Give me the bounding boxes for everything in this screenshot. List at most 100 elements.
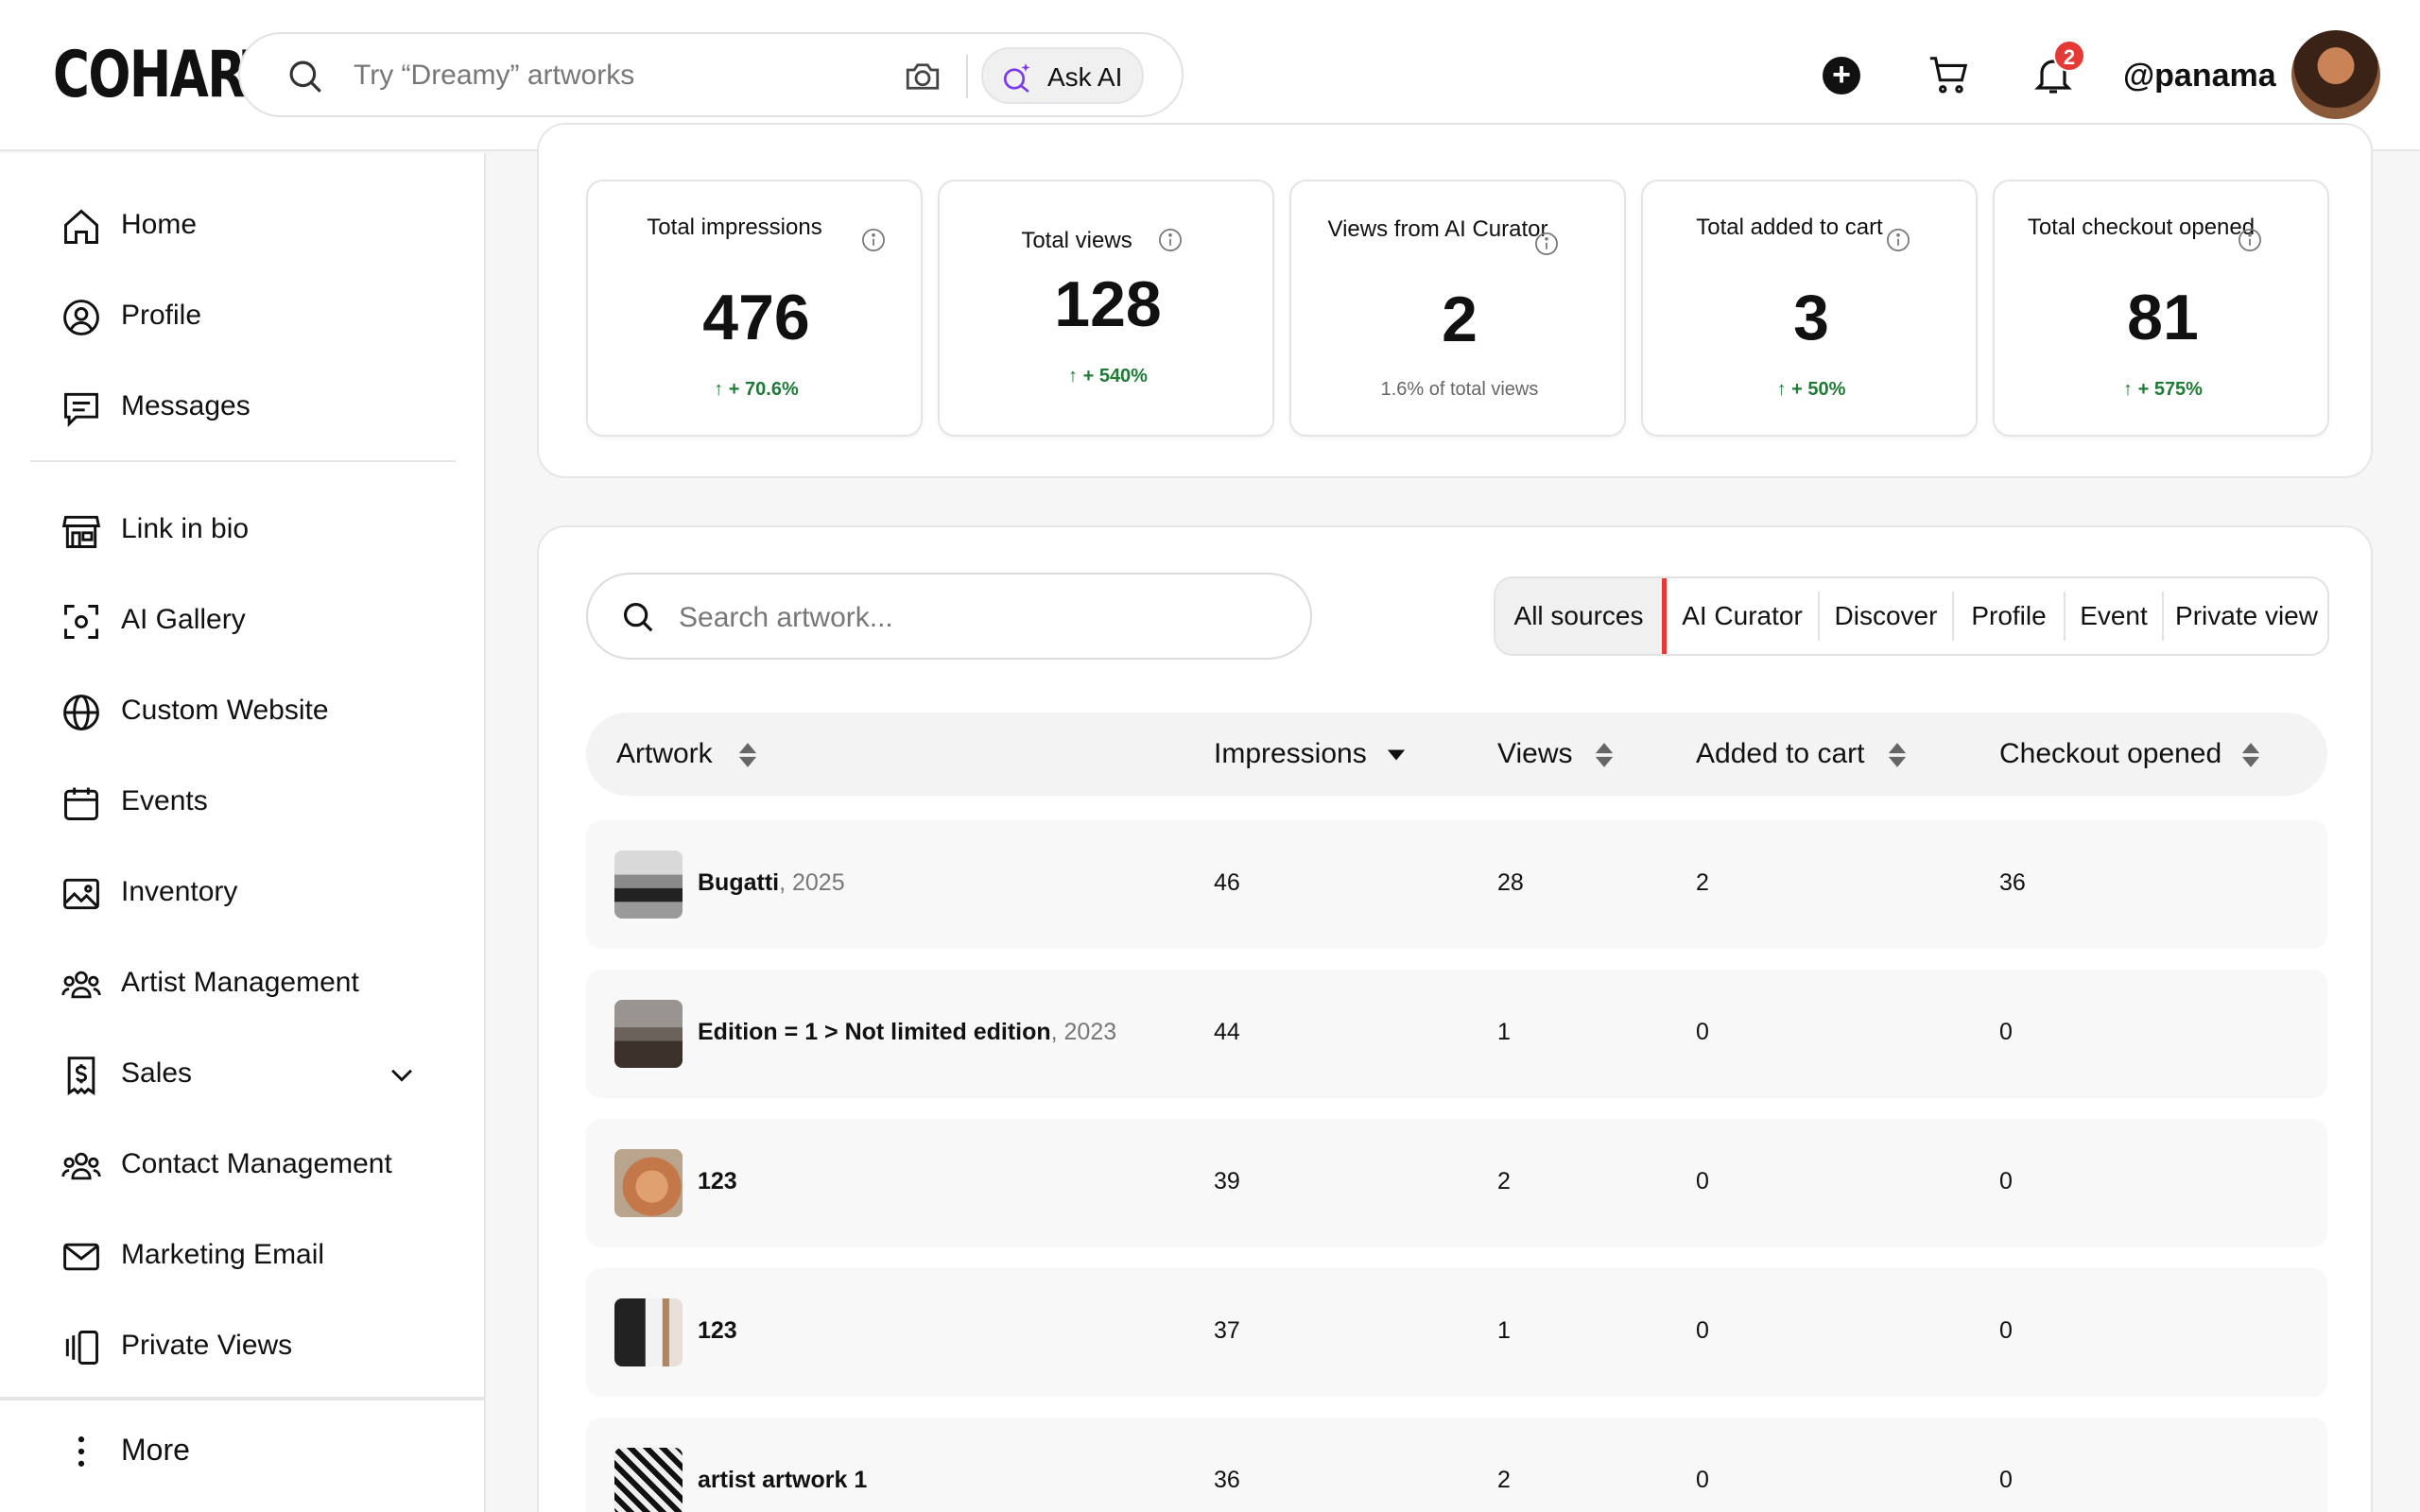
sidebar-item-custom-website[interactable]: Custom Website [60,682,458,739]
notification-badge: 2 [2053,40,2085,72]
user-avatar[interactable] [2291,30,2380,119]
cell-added-to-cart: 2 [1696,869,1709,896]
column-header-artwork[interactable]: Artwork [616,735,713,773]
sort-icon[interactable] [2240,741,2261,769]
sort-icon[interactable] [1887,741,1908,769]
sort-icon[interactable] [1594,741,1615,769]
artwork-name[interactable]: 123 [698,1164,737,1198]
sidebar-item-home[interactable]: Home [60,197,458,253]
sort-icon[interactable] [737,741,758,769]
column-header-views[interactable]: Views [1497,735,1572,773]
artwork-thumbnail[interactable] [614,1000,683,1068]
sidebar-item-sales[interactable]: Sales [60,1045,458,1102]
cell-impressions: 44 [1214,1019,1240,1045]
info-icon[interactable] [1885,227,1911,253]
sidebar-item-messages[interactable]: Messages [60,378,458,435]
sidebar-item-label: Profile [121,300,202,331]
storefront-icon [61,515,101,548]
sidebar-item-marketing-email[interactable]: Marketing Email [60,1227,458,1283]
tab-discover[interactable]: Discover [1820,578,1952,654]
stat-change: ↑ + 575% [1995,376,2331,403]
tab-all-sources[interactable]: All sources [1495,578,1662,654]
search-icon [623,602,653,632]
artwork-thumbnail[interactable] [614,1448,683,1512]
stat-title: Total impressions [647,215,822,240]
global-search-input[interactable]: Try “Dreamy” artworks [354,57,634,94]
stat-value: 3 [1793,282,1829,353]
table-row[interactable]: artist artwork 1 36 2 0 0 [586,1418,2327,1512]
stat-value: 81 [2127,282,2199,353]
sidebar-item-private-views[interactable]: Private Views [60,1317,458,1374]
artwork-year: , 2025 [779,869,845,896]
sidebar-item-link-in-bio[interactable]: Link in bio [60,501,458,558]
cell-views: 1 [1497,1019,1511,1045]
sidebar-item-contact-management[interactable]: Contact Management [60,1136,458,1193]
cart-icon[interactable] [1925,53,1972,96]
artwork-thumbnail[interactable] [614,1298,683,1366]
cell-checkout-opened: 0 [1999,1317,2013,1344]
tab-ai-curator[interactable]: AI Curator [1667,578,1818,654]
sidebar-item-ai-gallery[interactable]: AI Gallery [60,592,458,648]
artwork-search-input[interactable]: Search artwork... [679,599,893,637]
create-plus-button[interactable]: + [1823,57,1860,94]
artwork-thumbnail[interactable] [614,1149,683,1217]
sidebar-item-label: Marketing Email [121,1239,325,1270]
artwork-name[interactable]: 123 [698,1314,737,1348]
home-icon [64,209,98,244]
arrow-up-icon: ↑ [714,379,729,400]
search-icon [289,60,321,93]
sidebar-item-inventory[interactable]: Inventory [60,864,458,920]
global-search-bar[interactable]: Try “Dreamy” artworks Ask AI [238,32,1184,117]
artwork-title: Edition = 1 > Not limited edition [698,1019,1051,1045]
artwork-thumbnail[interactable] [614,850,683,919]
mail-icon [63,1243,99,1271]
stat-change-text: + 575% [2137,379,2203,400]
cell-checkout-opened: 0 [1999,1467,2013,1493]
sidebar-item-label: Artist Management [121,967,359,998]
cell-added-to-cart: 0 [1696,1317,1709,1344]
users-icon [61,971,101,999]
column-header-checkout-opened[interactable]: Checkout opened [1999,735,2221,773]
info-icon[interactable] [1533,231,1560,257]
camera-icon[interactable] [902,57,943,96]
ask-ai-button[interactable]: Ask AI [981,47,1144,104]
table-row[interactable]: Bugatti, 2025 46 28 2 36 [586,820,2327,949]
tab-private-view[interactable]: Private view [2164,578,2327,654]
cell-checkout-opened: 0 [1999,1019,2013,1045]
sidebar-item-label: Home [121,209,198,240]
table-row[interactable]: Edition = 1 > Not limited edition, 2023 … [586,970,2327,1098]
tab-event[interactable]: Event [2066,578,2162,654]
table-row[interactable]: 123 37 1 0 0 [586,1268,2327,1397]
cell-views: 28 [1497,869,1524,896]
source-tabs: All sources AI Curator Discover Profile … [1494,576,2329,656]
sidebar-item-profile[interactable]: Profile [60,287,458,344]
column-header-added-to-cart[interactable]: Added to cart [1696,735,1864,773]
username-label[interactable]: @panama [2123,55,2276,96]
sidebar-item-events[interactable]: Events [60,773,458,830]
info-icon[interactable] [860,227,887,253]
sort-descending-icon[interactable] [1386,741,1407,769]
sidebar-item-label: AI Gallery [121,604,246,635]
artwork-title: 123 [698,1168,737,1194]
info-icon[interactable] [2237,227,2263,253]
sidebar-item-artist-management[interactable]: Artist Management [60,954,458,1011]
info-icon[interactable] [1157,227,1184,253]
artwork-title: 123 [698,1317,737,1344]
cell-impressions: 39 [1214,1168,1240,1194]
ai-sparkle-icon [1003,63,1030,94]
artwork-search-bar[interactable]: Search artwork... [586,573,1312,660]
stat-value: 476 [702,282,810,353]
stats-panel: Total impressions 476 ↑ + 70.6% Total vi… [537,123,2373,478]
artwork-table-panel: Search artwork... All sources AI Curator… [537,525,2373,1512]
artwork-name[interactable]: artist artwork 1 [698,1463,867,1497]
stat-change: 1.6% of total views [1380,379,1539,400]
column-header-impressions[interactable]: Impressions [1214,735,1367,773]
artwork-name[interactable]: Edition = 1 > Not limited edition, 2023 [698,1015,1116,1049]
table-row[interactable]: 123 39 2 0 0 [586,1119,2327,1247]
artwork-name[interactable]: Bugatti, 2025 [698,866,845,900]
cell-impressions: 37 [1214,1317,1240,1344]
sidebar-more[interactable]: More [60,1421,458,1478]
search-divider [966,55,968,98]
chevron-down-icon[interactable] [386,1058,418,1091]
tab-profile[interactable]: Profile [1954,578,2064,654]
